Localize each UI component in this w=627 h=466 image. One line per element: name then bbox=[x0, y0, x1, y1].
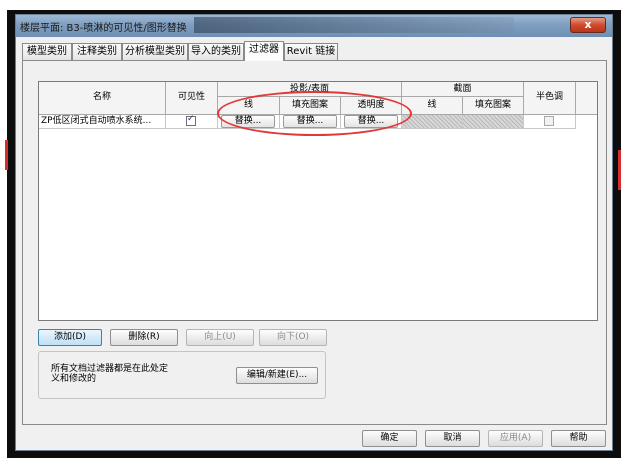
title-bar[interactable]: 楼层平面: B3-喷淋的可见性/图形替换 x bbox=[16, 15, 612, 37]
row-halftone-cell bbox=[524, 115, 576, 129]
tab-filters[interactable]: 过滤器 bbox=[244, 41, 284, 61]
row-filter-name[interactable]: ZP低区闭式自动喷水系统... bbox=[39, 115, 166, 129]
row-projection-line-cell: 替换... bbox=[218, 115, 280, 129]
row-projection-transparency-cell: 替换... bbox=[341, 115, 402, 129]
title-bar-background bbox=[194, 17, 514, 33]
header-cut: 截面 bbox=[402, 82, 524, 97]
filter-info-text: 所有文档过滤器都是在此处定义和修改的 bbox=[51, 364, 169, 384]
side-mark-left bbox=[5, 140, 8, 170]
header-projection-surface: 投影/表面 bbox=[218, 82, 402, 97]
edit-new-filter-button[interactable]: 编辑/新建(E)... bbox=[236, 367, 318, 384]
header-filler bbox=[576, 82, 597, 115]
header-halftone: 半色调 bbox=[524, 82, 576, 115]
filter-info-group: 所有文档过滤器都是在此处定义和修改的 编辑/新建(E)... bbox=[38, 351, 326, 399]
apply-button[interactable]: 应用(A) bbox=[488, 430, 543, 447]
visibility-checkbox[interactable] bbox=[186, 115, 196, 126]
halftone-checkbox[interactable] bbox=[544, 116, 554, 126]
header-visibility: 可见性 bbox=[166, 82, 218, 115]
tab-annotation-categories[interactable]: 注释类别 bbox=[72, 43, 122, 60]
visibility-graphics-dialog: 楼层平面: B3-喷淋的可见性/图形替换 x 模型类别 注释类别 分析模型类别 … bbox=[15, 14, 613, 451]
side-mark-right bbox=[618, 150, 621, 190]
projection-transparency-override-button[interactable]: 替换... bbox=[344, 115, 398, 128]
filters-table: 名称 可见性 投影/表面 截面 半色调 线 填充图案 透明度 线 填充图案 ZP… bbox=[38, 81, 598, 321]
projection-line-override-button[interactable]: 替换... bbox=[221, 115, 275, 128]
move-up-button[interactable]: 向上(U) bbox=[186, 329, 254, 346]
tab-model-categories[interactable]: 模型类别 bbox=[22, 43, 72, 60]
header-projection-transparency: 透明度 bbox=[341, 97, 402, 115]
row-projection-pattern-cell: 替换... bbox=[280, 115, 341, 129]
move-down-button[interactable]: 向下(O) bbox=[259, 329, 327, 346]
filters-panel: 名称 可见性 投影/表面 截面 半色调 线 填充图案 透明度 线 填充图案 ZP… bbox=[22, 60, 607, 425]
header-cut-pattern: 填充图案 bbox=[463, 97, 524, 115]
cancel-button[interactable]: 取消 bbox=[425, 430, 480, 447]
header-projection-line: 线 bbox=[218, 97, 280, 115]
add-filter-button[interactable]: 添加(D) bbox=[38, 329, 102, 346]
tab-analytical-model-categories[interactable]: 分析模型类别 bbox=[122, 43, 188, 60]
header-cut-line: 线 bbox=[402, 97, 463, 115]
window-title: 楼层平面: B3-喷淋的可见性/图形替换 bbox=[20, 23, 187, 34]
header-projection-pattern: 填充图案 bbox=[280, 97, 341, 115]
close-button[interactable]: x bbox=[570, 17, 606, 33]
tab-imported-categories[interactable]: 导入的类别 bbox=[188, 43, 244, 60]
help-button[interactable]: 帮助 bbox=[551, 430, 606, 447]
projection-pattern-override-button[interactable]: 替换... bbox=[283, 115, 337, 128]
ok-button[interactable]: 确定 bbox=[362, 430, 417, 447]
row-visibility-cell bbox=[166, 115, 218, 129]
delete-filter-button[interactable]: 删除(R) bbox=[110, 329, 178, 346]
header-name: 名称 bbox=[39, 82, 166, 115]
cut-pattern-disabled-cell bbox=[463, 115, 524, 129]
tab-revit-links[interactable]: Revit 链接 bbox=[284, 43, 338, 60]
cut-line-disabled-cell bbox=[402, 115, 463, 129]
